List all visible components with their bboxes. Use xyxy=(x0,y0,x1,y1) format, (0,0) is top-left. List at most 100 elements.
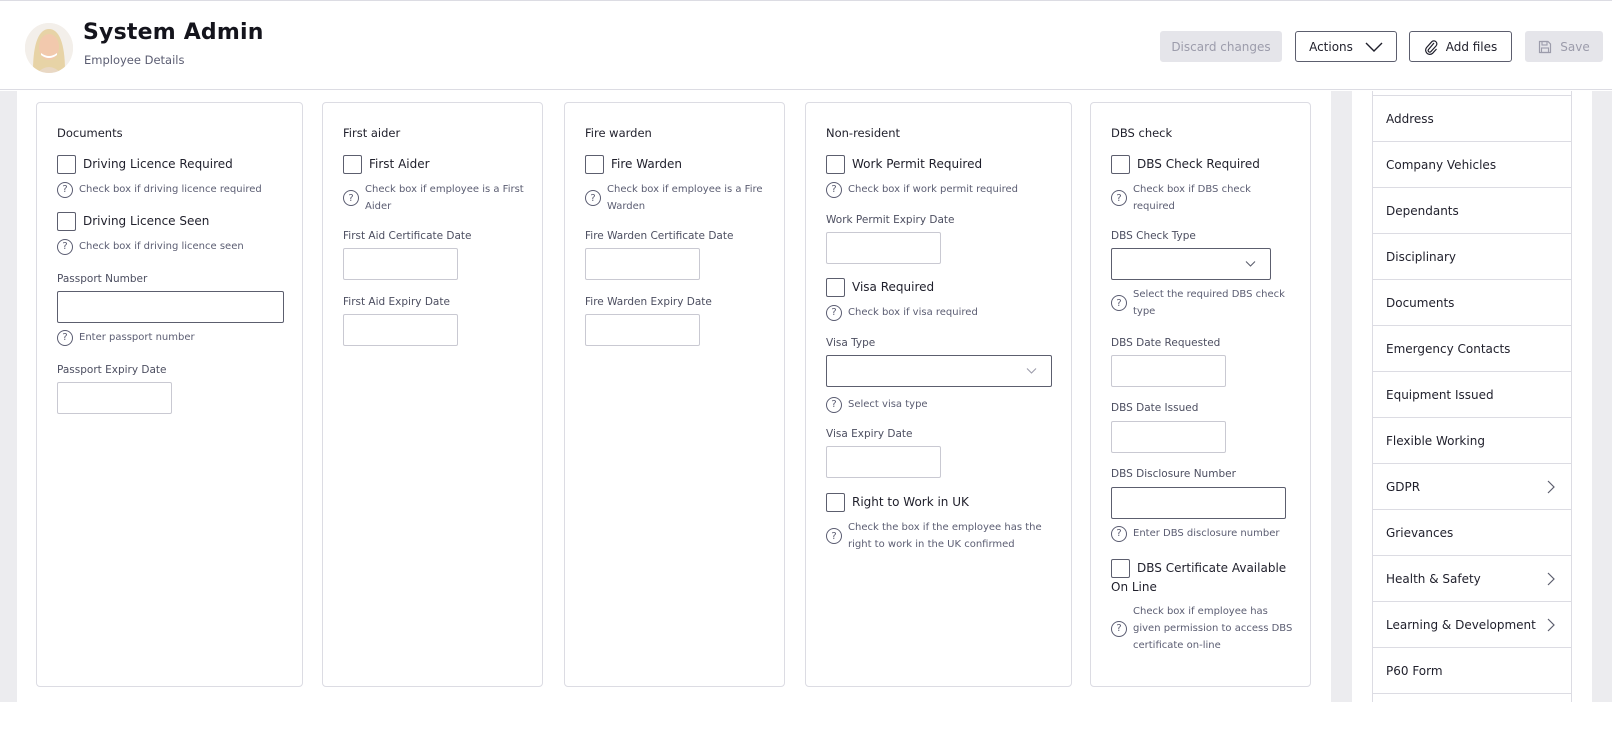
field-hint: ? Check box if employee is a Fire Warden xyxy=(585,181,770,215)
paperclip-icon xyxy=(1424,39,1438,55)
help-icon: ? xyxy=(1111,525,1127,542)
dbs-date-issued-input[interactable] xyxy=(1111,421,1226,453)
hint-text: Check box if employee is a Fire Warden xyxy=(607,184,763,212)
driving-licence-required-checkbox[interactable]: Driving Licence Required xyxy=(57,155,233,174)
nav-item-label: Equipment Issued xyxy=(1386,387,1494,402)
nav-item[interactable]: Address xyxy=(1373,95,1571,141)
chevron-right-icon xyxy=(1547,572,1555,585)
field-label: Passport Expiry Date xyxy=(57,364,167,376)
fire-warden-card: Fire warden Fire Warden ? Check box if e… xyxy=(564,102,785,687)
right-to-work-checkbox[interactable]: Right to Work in UK xyxy=(826,493,969,512)
fire-warden-certificate-date-input[interactable] xyxy=(585,248,700,280)
nav-item[interactable]: Company Vehicles xyxy=(1373,141,1571,187)
dbs-check-card: DBS check DBS Check Required ? Check box… xyxy=(1090,102,1311,687)
nav-item[interactable]: Dependants xyxy=(1373,187,1571,233)
help-icon: ? xyxy=(585,190,601,206)
hint-text: Check box if driving licence required xyxy=(79,184,262,195)
checkbox-label: DBS Certificate Available On Line xyxy=(1111,561,1287,594)
fire-warden-checkbox[interactable]: Fire Warden xyxy=(585,155,682,174)
field-hint: ? Enter passport number xyxy=(57,329,195,346)
page-header: System Admin Employee Details Discard ch… xyxy=(0,1,1612,90)
help-icon: ? xyxy=(826,528,842,544)
section-nav: Address Company Vehicles Dependants Discipl… xyxy=(1372,91,1572,702)
first-aid-certificate-date-input[interactable] xyxy=(343,248,458,280)
field-label: Fire Warden Certificate Date xyxy=(585,230,734,242)
help-icon: ? xyxy=(826,396,842,413)
fire-warden-expiry-date-input[interactable] xyxy=(585,314,700,346)
field-hint: ? Select visa type xyxy=(826,396,928,413)
hint-text: Check box if DBS check required xyxy=(1133,184,1251,212)
checkbox-label: Visa Required xyxy=(852,280,935,294)
field-hint: ? Check box if employee has given permis… xyxy=(1111,603,1296,654)
first-aider-checkbox[interactable]: First Aider xyxy=(343,155,430,174)
field-label: Passport Number xyxy=(57,273,148,285)
page-title: System Admin xyxy=(83,20,264,45)
dbs-check-type-select[interactable] xyxy=(1111,248,1271,280)
save-label: Save xyxy=(1560,39,1590,54)
checkbox-box[interactable] xyxy=(57,155,76,174)
dbs-date-requested-input[interactable] xyxy=(1111,355,1226,387)
content-divider xyxy=(1331,91,1352,702)
hint-text: Check box if employee has given permissi… xyxy=(1133,606,1293,651)
nav-item-label: Dependants xyxy=(1386,203,1459,218)
checkbox-box[interactable] xyxy=(826,493,845,512)
chevron-right-icon xyxy=(1547,618,1555,631)
page-subtitle: Employee Details xyxy=(84,53,185,67)
nav-item-label: Emergency Contacts xyxy=(1386,341,1511,356)
field-label: DBS Date Requested xyxy=(1111,337,1221,349)
checkbox-box[interactable] xyxy=(57,212,76,231)
nav-item[interactable]: GDPR xyxy=(1373,463,1571,509)
field-label: Visa Type xyxy=(826,337,876,349)
nav-item[interactable]: Health & Safety xyxy=(1373,555,1571,601)
checkbox-box[interactable] xyxy=(585,155,604,174)
work-permit-required-checkbox[interactable]: Work Permit Required xyxy=(826,155,982,174)
help-icon: ? xyxy=(1111,620,1127,637)
chevron-down-icon xyxy=(1245,261,1256,267)
left-gutter xyxy=(0,91,17,702)
nav-item[interactable]: Documents xyxy=(1373,279,1571,325)
driving-licence-seen-checkbox[interactable]: Driving Licence Seen xyxy=(57,212,209,231)
discard-changes-button[interactable]: Discard changes xyxy=(1160,31,1282,62)
nav-item[interactable]: P60 Form xyxy=(1373,647,1571,693)
nav-item-label: Disciplinary xyxy=(1386,249,1457,264)
checkbox-box[interactable] xyxy=(343,155,362,174)
first-aid-expiry-date-input[interactable] xyxy=(343,314,458,346)
non-resident-card: Non-resident Work Permit Required ? Chec… xyxy=(805,102,1072,687)
nav-item[interactable]: Flexible Working xyxy=(1373,417,1571,463)
passport-expiry-date-input[interactable] xyxy=(57,382,172,414)
visa-type-select[interactable] xyxy=(826,355,1052,387)
actions-dropdown-button[interactable]: Actions xyxy=(1295,31,1397,62)
visa-required-checkbox[interactable]: Visa Required xyxy=(826,278,934,297)
nav-item-label: Grievances xyxy=(1386,525,1454,540)
save-icon xyxy=(1539,40,1552,53)
checkbox-box[interactable] xyxy=(1111,559,1130,578)
card-title: Documents xyxy=(57,126,123,140)
nav-item-label: Flexible Working xyxy=(1386,433,1485,448)
nav-item[interactable]: Emergency Contacts xyxy=(1373,325,1571,371)
save-button[interactable]: Save xyxy=(1525,31,1603,62)
checkbox-box[interactable] xyxy=(1111,155,1130,174)
card-title: First aider xyxy=(343,126,401,140)
nav-item[interactable]: Equipment Issued xyxy=(1373,371,1571,417)
documents-card: Documents Driving Licence Required ? Che… xyxy=(36,102,303,687)
passport-number-input[interactable] xyxy=(57,291,284,323)
checkbox-box[interactable] xyxy=(826,278,845,297)
nav-item-label: GDPR xyxy=(1386,479,1421,494)
work-permit-expiry-date-input[interactable] xyxy=(826,232,941,264)
nav-item[interactable]: Disciplinary xyxy=(1373,233,1571,279)
visa-expiry-date-input[interactable] xyxy=(826,446,941,478)
help-icon: ? xyxy=(1111,190,1127,206)
field-label: First Aid Expiry Date xyxy=(343,296,450,308)
field-hint: ? Select the required DBS check type xyxy=(1111,286,1296,320)
field-label: First Aid Certificate Date xyxy=(343,230,472,242)
dbs-certificate-online-checkbox[interactable]: DBS Certificate Available On Line xyxy=(1111,559,1296,597)
checkbox-label: Driving Licence Required xyxy=(83,157,233,171)
help-icon: ? xyxy=(57,329,73,346)
nav-item[interactable]: Learning & Development xyxy=(1373,601,1571,647)
help-icon: ? xyxy=(826,304,842,321)
nav-item[interactable]: Grievances xyxy=(1373,509,1571,555)
add-files-button[interactable]: Add files xyxy=(1409,31,1512,62)
dbs-check-required-checkbox[interactable]: DBS Check Required xyxy=(1111,155,1260,174)
dbs-disclosure-number-input[interactable] xyxy=(1111,487,1286,519)
checkbox-box[interactable] xyxy=(826,155,845,174)
